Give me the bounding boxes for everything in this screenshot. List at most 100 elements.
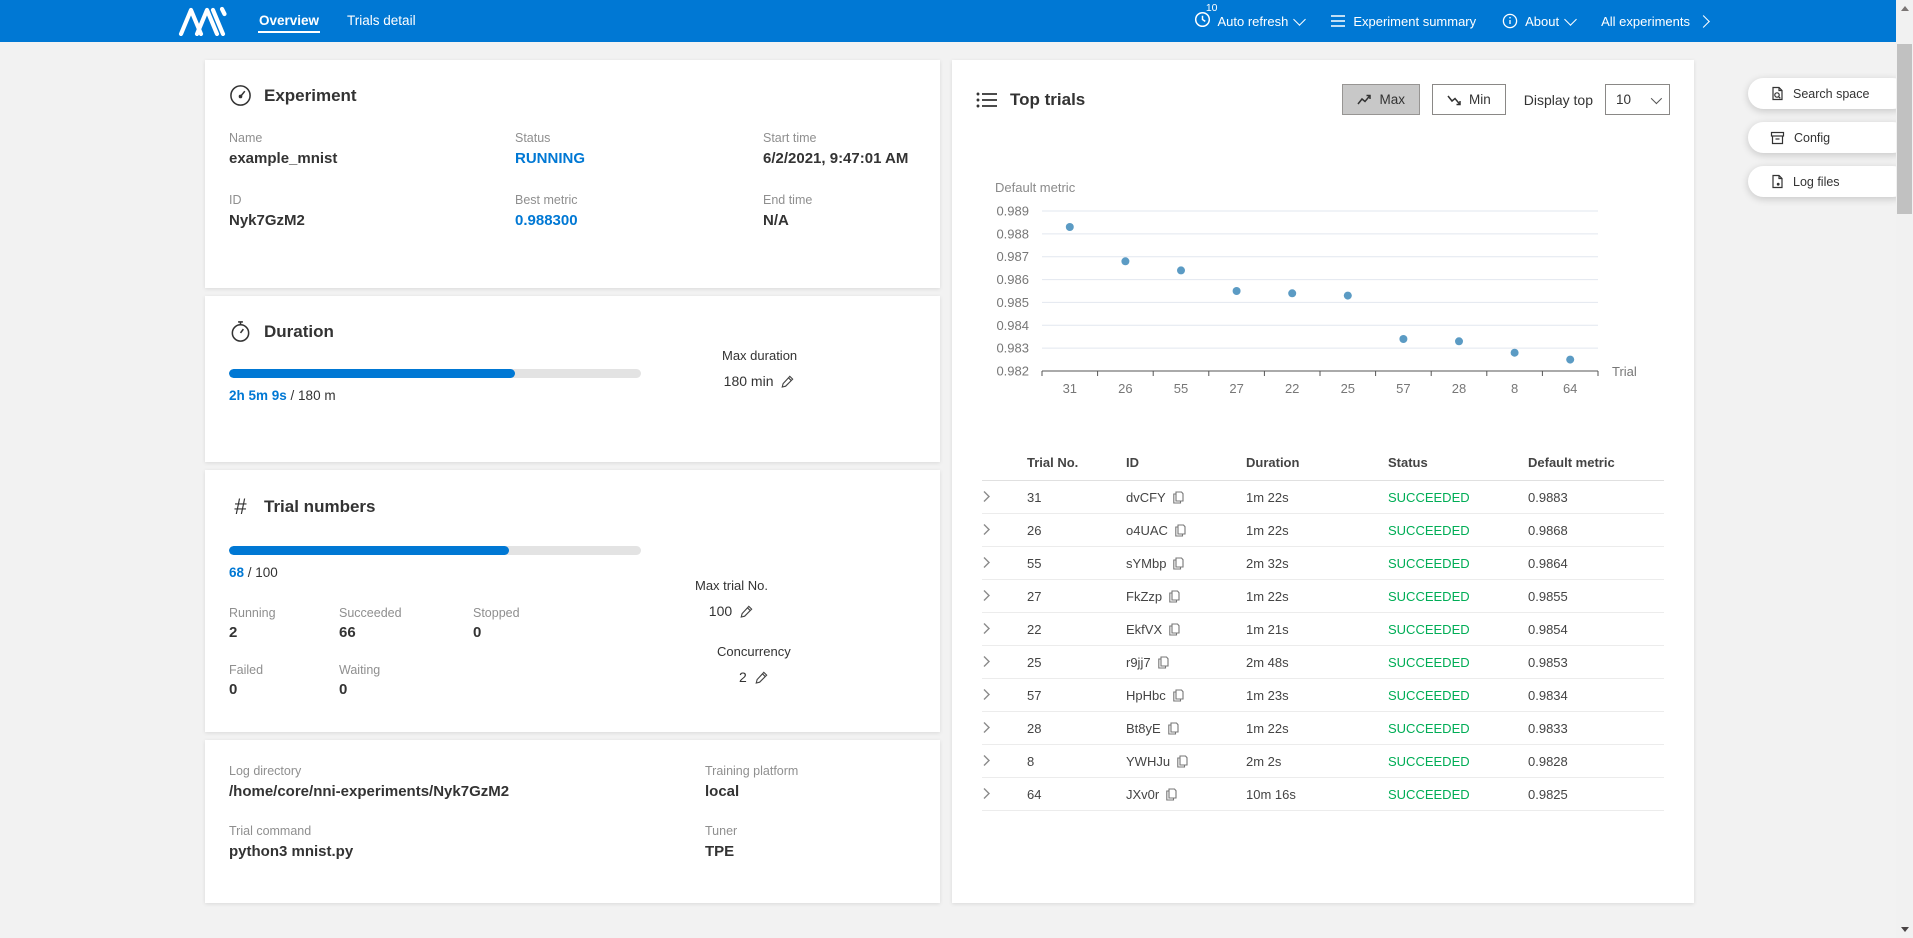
copy-icon[interactable] bbox=[1168, 623, 1180, 636]
field-label: Training platform bbox=[705, 764, 916, 778]
svg-text:26: 26 bbox=[1118, 381, 1132, 396]
expand-row-icon[interactable] bbox=[982, 554, 998, 570]
field-label: Start time bbox=[763, 131, 916, 145]
metric-cell: 0.9854 bbox=[1528, 622, 1664, 637]
trials-total: / 100 bbox=[244, 565, 278, 580]
copy-icon[interactable] bbox=[1157, 656, 1169, 669]
about-menu[interactable]: About bbox=[1502, 13, 1575, 29]
expand-row-icon[interactable] bbox=[982, 785, 998, 801]
tab-overview[interactable]: Overview bbox=[258, 10, 320, 33]
config-button[interactable]: Config bbox=[1748, 122, 1908, 153]
status-cell: SUCCEEDED bbox=[1388, 622, 1528, 637]
trial-id-cell: Bt8yE bbox=[1126, 721, 1246, 736]
bulleted-list-icon bbox=[976, 91, 998, 109]
col-status: Status bbox=[1388, 455, 1528, 470]
hash-icon: # bbox=[229, 494, 252, 520]
copy-icon[interactable] bbox=[1172, 491, 1184, 504]
expand-row-icon[interactable] bbox=[982, 686, 998, 702]
status-cell: SUCCEEDED bbox=[1388, 490, 1528, 505]
refresh-clock-icon: 10 bbox=[1194, 11, 1211, 31]
table-header-row: Trial No. ID Duration Status Default met… bbox=[982, 445, 1664, 481]
expand-row-icon[interactable] bbox=[982, 488, 998, 504]
copy-icon[interactable] bbox=[1165, 788, 1177, 801]
start-time: 6/2/2021, 9:47:01 AM bbox=[763, 150, 916, 167]
expand-row-icon[interactable] bbox=[982, 719, 998, 735]
status-cell: SUCCEEDED bbox=[1388, 589, 1528, 604]
concurrency-label: Concurrency bbox=[717, 644, 791, 659]
stat-running: 2 bbox=[229, 624, 339, 641]
metric-cell: 0.9834 bbox=[1528, 688, 1664, 703]
copy-icon[interactable] bbox=[1176, 755, 1188, 768]
expand-row-icon[interactable] bbox=[982, 587, 998, 603]
stat-failed: 0 bbox=[229, 681, 339, 698]
concurrency-value: 2 bbox=[739, 669, 747, 685]
stat-label: Succeeded bbox=[339, 606, 473, 620]
chevron-down-icon bbox=[1564, 13, 1577, 26]
field-label: Name bbox=[229, 131, 515, 145]
table-row: 27 FkZzp 1m 22s SUCCEEDED 0.9855 bbox=[982, 580, 1664, 613]
chevron-right-icon bbox=[1697, 15, 1710, 28]
scroll-up-button[interactable] bbox=[1896, 0, 1913, 17]
expand-row-icon[interactable] bbox=[982, 521, 998, 537]
table-row: 22 EkfVX 1m 21s SUCCEEDED 0.9854 bbox=[982, 613, 1664, 646]
svg-text:0.986: 0.986 bbox=[996, 272, 1029, 287]
trial-no-cell: 57 bbox=[1027, 688, 1126, 703]
stat-label: Failed bbox=[229, 663, 339, 677]
experiment-panel: Experiment Nameexample_mnist StatusRUNNI… bbox=[205, 60, 940, 288]
vertical-scrollbar[interactable] bbox=[1896, 0, 1913, 938]
scroll-down-button[interactable] bbox=[1896, 921, 1913, 938]
duration-cell: 2m 48s bbox=[1246, 655, 1388, 670]
svg-text:0.985: 0.985 bbox=[996, 295, 1029, 310]
triangle-down-icon bbox=[1901, 927, 1909, 932]
search-space-button[interactable]: Search space bbox=[1748, 78, 1908, 109]
log-files-icon bbox=[1770, 174, 1784, 189]
copy-icon[interactable] bbox=[1172, 557, 1184, 570]
trial-id-cell: o4UAC bbox=[1126, 523, 1246, 538]
tab-trials-detail[interactable]: Trials detail bbox=[346, 10, 417, 33]
all-experiments-link[interactable]: All experiments bbox=[1601, 14, 1708, 29]
display-top-select[interactable]: 10 bbox=[1605, 84, 1670, 115]
table-row: 31 dvCFY 1m 22s SUCCEEDED 0.9883 bbox=[982, 481, 1664, 514]
edit-icon[interactable] bbox=[754, 670, 769, 685]
chevron-down-icon bbox=[1293, 13, 1306, 26]
trials-done: 68 bbox=[229, 565, 244, 580]
experiment-summary-button[interactable]: Experiment summary bbox=[1330, 14, 1476, 29]
stat-stopped: 0 bbox=[473, 624, 649, 641]
expand-row-icon[interactable] bbox=[982, 653, 998, 669]
edit-icon[interactable] bbox=[780, 374, 795, 389]
status-cell: SUCCEEDED bbox=[1388, 787, 1528, 802]
trial-id-cell: dvCFY bbox=[1126, 490, 1246, 505]
copy-icon[interactable] bbox=[1167, 722, 1179, 735]
tuner: TPE bbox=[705, 843, 916, 860]
duration-cell: 2m 2s bbox=[1246, 754, 1388, 769]
auto-refresh-menu[interactable]: 10 Auto refresh bbox=[1194, 11, 1305, 31]
metric-cell: 0.9833 bbox=[1528, 721, 1664, 736]
min-button[interactable]: Min bbox=[1432, 84, 1506, 115]
panel-title: Duration bbox=[264, 322, 334, 342]
edit-icon[interactable] bbox=[739, 604, 754, 619]
experiment-status: RUNNING bbox=[515, 150, 763, 167]
trend-up-icon bbox=[1357, 94, 1372, 106]
table-row: 64 JXv0r 10m 16s SUCCEEDED 0.9825 bbox=[982, 778, 1664, 811]
trial-no-cell: 28 bbox=[1027, 721, 1126, 736]
field-label: Tuner bbox=[705, 824, 916, 838]
svg-text:0.984: 0.984 bbox=[996, 318, 1029, 333]
trial-id-cell: FkZzp bbox=[1126, 589, 1246, 604]
scrollbar-thumb[interactable] bbox=[1897, 44, 1912, 214]
max-button[interactable]: Max bbox=[1342, 84, 1420, 115]
svg-text:8: 8 bbox=[1511, 381, 1518, 396]
log-files-button[interactable]: Log files bbox=[1748, 166, 1908, 197]
copy-icon[interactable] bbox=[1168, 590, 1180, 603]
copy-icon[interactable] bbox=[1172, 689, 1184, 702]
expand-row-icon[interactable] bbox=[982, 752, 998, 768]
best-metric: 0.988300 bbox=[515, 212, 763, 229]
expand-row-icon[interactable] bbox=[982, 620, 998, 636]
trial-id-cell: JXv0r bbox=[1126, 787, 1246, 802]
field-label: Best metric bbox=[515, 193, 763, 207]
top-navbar: Overview Trials detail 10 Auto refresh E… bbox=[0, 0, 1913, 42]
duration-panel: Duration 2h 5m 9s / 180 m Max duration 1… bbox=[205, 296, 940, 462]
trial-id-cell: YWHJu bbox=[1126, 754, 1246, 769]
svg-text:28: 28 bbox=[1452, 381, 1466, 396]
field-label: Trial command bbox=[229, 824, 705, 838]
copy-icon[interactable] bbox=[1174, 524, 1186, 537]
